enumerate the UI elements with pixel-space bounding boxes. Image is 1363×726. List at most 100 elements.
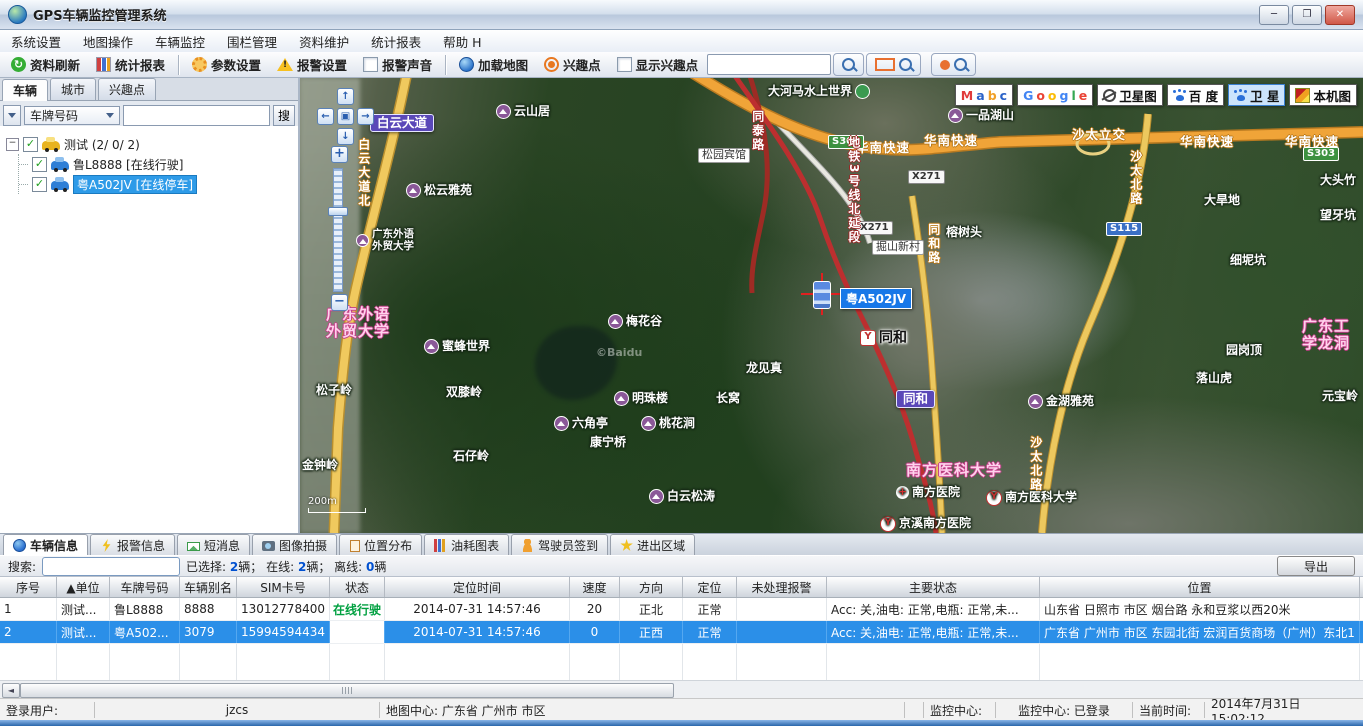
bottom-tab[interactable]: 短消息: [177, 534, 250, 556]
vehicle-label: 鲁L8888 [在线行驶]: [73, 156, 183, 173]
magnifier-icon: [842, 58, 855, 71]
map-provider-button[interactable]: 百 度: [1167, 84, 1224, 106]
map-provider-button[interactable]: 卫星图: [1097, 84, 1163, 106]
column-header[interactable]: 状态: [330, 577, 385, 597]
poi-icon: [641, 416, 656, 431]
zoom-slider[interactable]: [333, 168, 343, 292]
column-header[interactable]: 未处理报警: [737, 577, 827, 597]
map-label: 望牙坑: [1320, 209, 1356, 223]
close-button[interactable]: ✕: [1325, 5, 1355, 25]
pan-up-button[interactable]: ↑: [337, 88, 354, 105]
poi-button[interactable]: 兴趣点: [537, 54, 608, 75]
table-search-input[interactable]: [42, 557, 180, 576]
tree-root-row[interactable]: −✓测试 (2/ 0/ 2): [6, 134, 292, 154]
menu-item[interactable]: 统计报表: [360, 30, 432, 52]
zoom-out-button[interactable]: −: [331, 294, 348, 311]
zoom-slider-handle[interactable]: [328, 207, 348, 216]
column-header[interactable]: 车牌号码: [110, 577, 180, 597]
map-label: 广东工 学龙洞: [1302, 318, 1350, 353]
map-provider-button[interactable]: 卫 星: [1228, 84, 1285, 106]
bottom-tab[interactable]: 进出区域: [610, 534, 695, 556]
map-provider-button[interactable]: Google: [1017, 84, 1093, 106]
car-icon: [51, 181, 69, 190]
menu-item[interactable]: 帮助 H: [432, 30, 492, 52]
bottom-tab[interactable]: 车辆信息: [3, 534, 88, 556]
map-label: 地铁3号线北延段: [846, 136, 860, 286]
tree-vehicle-row[interactable]: ✓粤A502JV [在线停车]: [19, 174, 292, 194]
search-button[interactable]: [833, 53, 864, 76]
map-label: 落山虎: [1196, 372, 1232, 386]
left-tab[interactable]: 城市: [50, 78, 96, 100]
table-cell: 1: [0, 598, 57, 620]
bottom-tab[interactable]: 油耗图表: [424, 534, 509, 556]
poi-search-button[interactable]: [931, 53, 976, 76]
scroll-left-button[interactable]: ◄: [2, 683, 20, 698]
pan-home-button[interactable]: ▣: [337, 108, 354, 125]
map-provider-button[interactable]: Mabc: [955, 84, 1013, 106]
left-tab[interactable]: 车辆: [2, 79, 48, 101]
minimize-button[interactable]: ─: [1259, 5, 1289, 25]
pan-down-button[interactable]: ↓: [337, 128, 354, 145]
zoom-in-button[interactable]: +: [331, 146, 348, 163]
show-poi-label: 显示兴趣点: [636, 55, 699, 74]
bottom-tab[interactable]: 驾驶员签到: [511, 534, 608, 556]
column-header[interactable]: ▲单位: [57, 577, 110, 597]
params-button[interactable]: 参数设置: [185, 54, 268, 75]
poi-icon: [496, 104, 511, 119]
column-header[interactable]: 主要状态: [827, 577, 1040, 597]
search-field-label: 车牌号码: [30, 107, 78, 124]
export-button[interactable]: 导出: [1277, 556, 1355, 576]
plate-search-input[interactable]: [123, 105, 270, 126]
table-cell: 2014-07-31 14:57:46: [385, 621, 570, 643]
left-tab-strip: 车辆城市兴趣点: [0, 78, 298, 101]
tree-vehicle-row[interactable]: ✓鲁L8888 [在线行驶]: [19, 154, 292, 174]
bottom-tab[interactable]: 报警信息: [90, 534, 175, 556]
alarm-sound-toggle[interactable]: 报警声音: [356, 54, 439, 75]
empty-cell: [683, 644, 737, 680]
table-cell: [737, 598, 827, 620]
show-poi-toggle[interactable]: 显示兴趣点: [610, 54, 706, 75]
map-canvas[interactable]: 白云大道白云大道北云山居大河马水上世界松园宾馆松云雅苑广东外语 外贸大学广东外语…: [300, 78, 1363, 533]
refresh-button[interactable]: ↻ 资料刷新: [4, 54, 87, 75]
table-row[interactable]: 1测试...鲁L8888888813012778400在线行驶2014-07-3…: [0, 598, 1363, 621]
maximize-button[interactable]: ❐: [1292, 5, 1322, 25]
map-label: 南方医科大学: [906, 462, 1002, 479]
column-header[interactable]: 定位: [683, 577, 737, 597]
column-header[interactable]: 速度: [570, 577, 620, 597]
load-map-button[interactable]: 加载地图: [452, 54, 535, 75]
column-header[interactable]: 车辆别名: [180, 577, 237, 597]
map-scale-bar: [308, 508, 366, 513]
toolbar-search-input[interactable]: [707, 54, 831, 75]
menu-item[interactable]: 地图操作: [72, 30, 144, 52]
horizontal-scrollbar[interactable]: ◄: [0, 680, 1363, 699]
mail-icon: [187, 542, 200, 551]
vehicle-marker[interactable]: [812, 280, 832, 310]
table-row[interactable]: 2测试...粤A502...307915994594434在线停车2014-07…: [0, 621, 1363, 644]
plate-search-button[interactable]: 搜: [273, 105, 295, 126]
filter-dropdown-button[interactable]: [3, 105, 21, 126]
column-header[interactable]: 序号: [0, 577, 57, 597]
bottom-tab[interactable]: 图像拍摄: [252, 534, 337, 556]
pan-left-button[interactable]: ←: [317, 108, 334, 125]
area-search-button[interactable]: [866, 53, 921, 76]
column-header[interactable]: 位置: [1040, 577, 1360, 597]
scrollbar-thumb[interactable]: [20, 683, 674, 698]
left-tab[interactable]: 兴趣点: [98, 78, 156, 100]
menu-item[interactable]: 围栏管理: [216, 30, 288, 52]
column-header[interactable]: 定位时间: [385, 577, 570, 597]
menu-item[interactable]: 车辆监控: [144, 30, 216, 52]
column-header[interactable]: SIM卡号: [237, 577, 330, 597]
alarm-settings-button[interactable]: 报警设置: [270, 54, 354, 75]
map-label: 蜜蜂世界: [424, 339, 490, 354]
show-poi-checkbox[interactable]: [617, 57, 632, 72]
report-button[interactable]: 统计报表: [89, 54, 172, 75]
alarm-sound-checkbox[interactable]: [363, 57, 378, 72]
map-provider-button[interactable]: 本机图: [1289, 84, 1357, 106]
search-field-select[interactable]: 车牌号码: [24, 106, 120, 125]
menu-item[interactable]: 资料维护: [288, 30, 360, 52]
vehicle-tree: −✓测试 (2/ 0/ 2)✓鲁L8888 [在线行驶]✓粤A502JV [在线…: [0, 126, 298, 533]
bottom-tab[interactable]: 位置分布: [339, 534, 422, 556]
column-header[interactable]: 方向: [620, 577, 683, 597]
menu-item[interactable]: 系统设置: [0, 30, 72, 52]
pan-right-button[interactable]: →: [357, 108, 374, 125]
